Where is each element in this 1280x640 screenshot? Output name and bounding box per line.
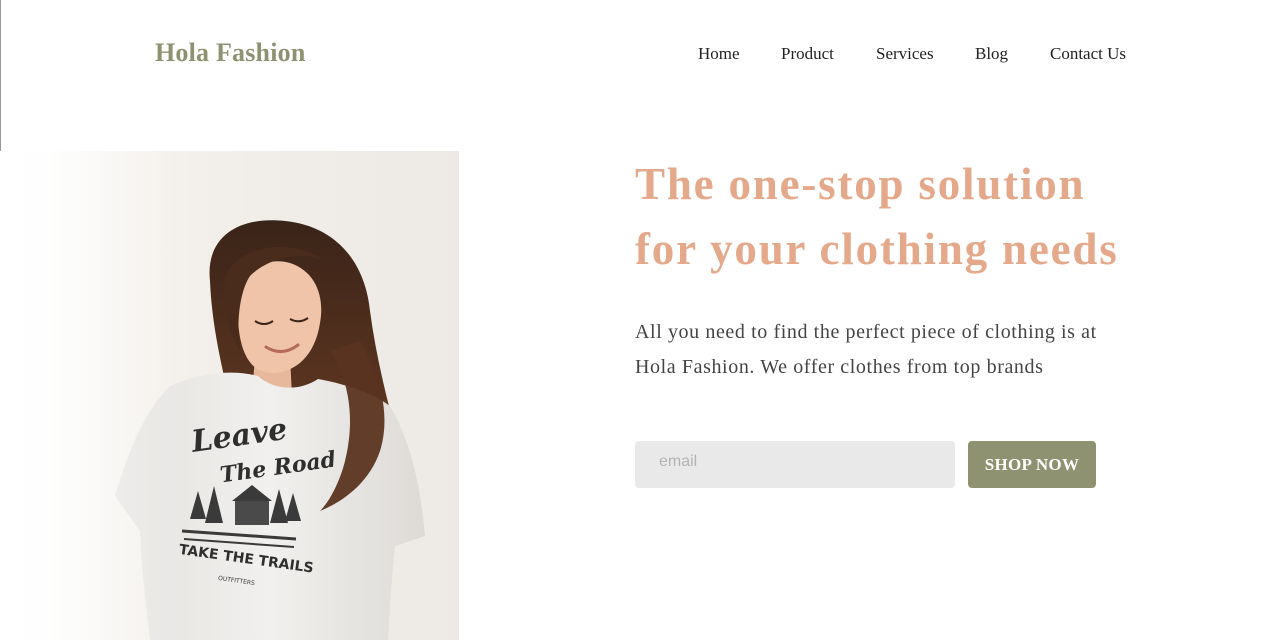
hero-description-line-2: Hola Fashion. We offer clothes from top … [635, 356, 1044, 378]
hero-headline: The one-stop solution for your clothing … [635, 152, 1195, 282]
shop-now-button[interactable]: SHOP NOW [968, 441, 1096, 488]
hero-description-line-1: All you need to find the perfect piece o… [635, 321, 1097, 343]
model-illustration: Leave The Road TAKE THE TRAILS OUTFITTER… [0, 151, 425, 640]
hero-headline-line-1: The one-stop solution [635, 159, 1086, 209]
nav-link-services[interactable]: Services [876, 44, 934, 64]
hero-photo: Leave The Road TAKE THE TRAILS OUTFITTER… [0, 151, 459, 640]
brand-logo[interactable]: Hola Fashion [155, 38, 306, 68]
hero-description: All you need to find the perfect piece o… [635, 315, 1115, 385]
nav-link-home[interactable]: Home [698, 44, 740, 64]
hero-headline-line-2: for your clothing needs [635, 224, 1119, 274]
nav-link-contact-us[interactable]: Contact Us [1050, 44, 1126, 64]
nav-link-blog[interactable]: Blog [975, 44, 1008, 64]
nav-link-product[interactable]: Product [781, 44, 834, 64]
email-input[interactable] [635, 441, 955, 488]
